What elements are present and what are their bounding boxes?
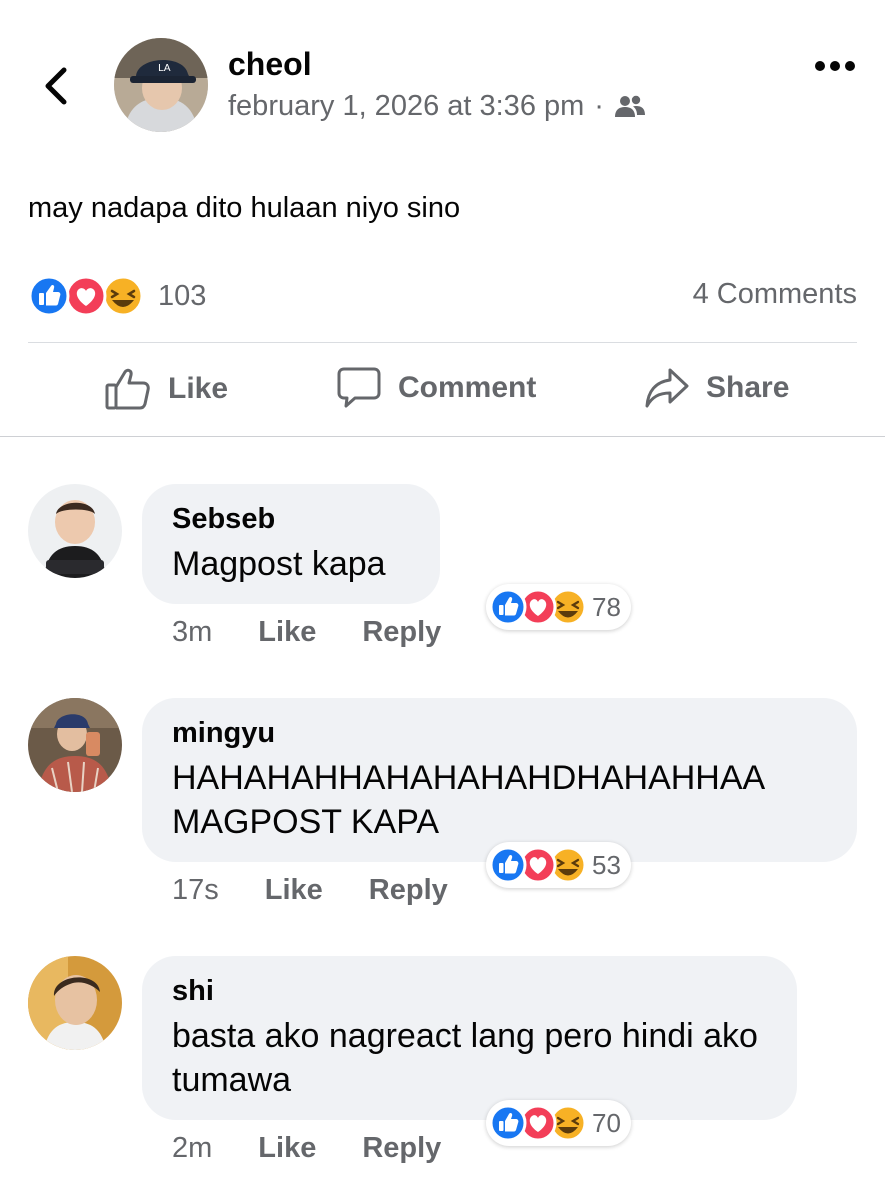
commenter-avatar[interactable] bbox=[28, 698, 122, 792]
post-timestamp[interactable]: february 1, 2026 at 3:36 pm bbox=[228, 90, 584, 123]
action-bar: Like Comment Share bbox=[0, 358, 885, 422]
commenter-name[interactable]: shi bbox=[172, 974, 767, 1008]
love-reaction-icon bbox=[65, 275, 107, 317]
post-text: may nadapa dito hulaan niyo sino bbox=[28, 192, 461, 224]
reaction-icons bbox=[490, 846, 586, 884]
comment-like-button[interactable]: Like bbox=[258, 616, 316, 649]
comment-reply-button[interactable]: Reply bbox=[369, 874, 448, 907]
share-button[interactable]: Share bbox=[644, 366, 789, 410]
comment-button[interactable]: Comment bbox=[336, 366, 536, 410]
comment-label: Comment bbox=[398, 371, 537, 404]
commenter-name[interactable]: Sebseb bbox=[172, 502, 410, 536]
comment-time: 17s bbox=[172, 874, 219, 906]
comment-meta: 2m Like Reply bbox=[172, 1132, 487, 1165]
comment-bubble: shi basta ako nagreact lang pero hindi a… bbox=[142, 956, 797, 1120]
post-header: LA cheol february 1, 2026 at 3:36 pm · bbox=[0, 0, 885, 160]
comment-like-button[interactable]: Like bbox=[258, 1132, 316, 1165]
reaction-count: 103 bbox=[158, 279, 207, 312]
comment-reaction-count: 70 bbox=[592, 1107, 621, 1138]
comment-reply-button[interactable]: Reply bbox=[362, 616, 441, 649]
comments-count-link[interactable]: 4 Comments bbox=[693, 278, 857, 311]
like-reaction-icon bbox=[28, 275, 70, 317]
divider bbox=[28, 342, 857, 343]
like-reaction-icon bbox=[490, 588, 527, 626]
like-reaction-icon bbox=[490, 1104, 527, 1142]
comment-time: 2m bbox=[172, 1132, 213, 1164]
comment-bubble: Sebseb Magpost kapa bbox=[142, 484, 440, 604]
commenter-avatar[interactable] bbox=[28, 956, 122, 1050]
friends-icon bbox=[614, 95, 645, 117]
like-reaction-icon bbox=[490, 846, 527, 884]
like-button[interactable]: Like bbox=[104, 366, 228, 412]
comment-meta: 17s Like Reply bbox=[172, 874, 494, 907]
comment-reply-button[interactable]: Reply bbox=[362, 1132, 441, 1165]
reaction-icons bbox=[490, 1104, 586, 1142]
author-avatar[interactable]: LA bbox=[114, 38, 208, 132]
more-options-button[interactable] bbox=[813, 58, 857, 74]
commenter-avatar[interactable] bbox=[28, 484, 122, 578]
back-button[interactable] bbox=[36, 64, 76, 108]
like-label: Like bbox=[168, 372, 229, 405]
reaction-summary[interactable]: 103 bbox=[28, 274, 206, 318]
reaction-icons bbox=[28, 275, 144, 317]
divider bbox=[0, 436, 885, 437]
comment-bubble: mingyu HAHAHAHHAHAHAHAHDHAHAHHAA MAGPOST… bbox=[142, 698, 857, 862]
comment-text: basta ako nagreact lang pero hindi ako t… bbox=[172, 1017, 758, 1099]
post-stats: 103 4 Comments bbox=[28, 274, 857, 318]
speech-bubble-icon bbox=[337, 367, 381, 408]
thumbs-up-icon bbox=[105, 368, 150, 410]
comment-text: Magpost kapa bbox=[172, 545, 386, 583]
comment-like-button[interactable]: Like bbox=[265, 874, 323, 907]
comment-text: HAHAHAHHAHAHAHAHDHAHAHHAA MAGPOST KAPA bbox=[172, 759, 764, 841]
post-meta: february 1, 2026 at 3:36 pm · bbox=[228, 90, 646, 123]
comment-meta: 3m Like Reply bbox=[172, 616, 487, 649]
author-name[interactable]: cheol bbox=[228, 46, 312, 83]
share-arrow-icon bbox=[645, 368, 689, 408]
svg-text:LA: LA bbox=[158, 63, 171, 74]
comment-time: 3m bbox=[172, 616, 213, 648]
meta-separator: · bbox=[594, 90, 604, 122]
comment-reaction-count: 53 bbox=[592, 849, 621, 880]
chevron-left-icon bbox=[45, 67, 67, 105]
comment-reactions[interactable]: 53 bbox=[486, 842, 631, 888]
comment-reactions[interactable]: 78 bbox=[486, 584, 631, 630]
haha-reaction-icon bbox=[102, 275, 144, 317]
comment-reaction-count: 78 bbox=[592, 591, 621, 622]
commenter-name[interactable]: mingyu bbox=[172, 716, 827, 750]
share-label: Share bbox=[706, 371, 790, 404]
comment-reactions[interactable]: 70 bbox=[486, 1100, 631, 1146]
more-dots-icon bbox=[815, 61, 855, 71]
reaction-icons bbox=[490, 588, 586, 626]
